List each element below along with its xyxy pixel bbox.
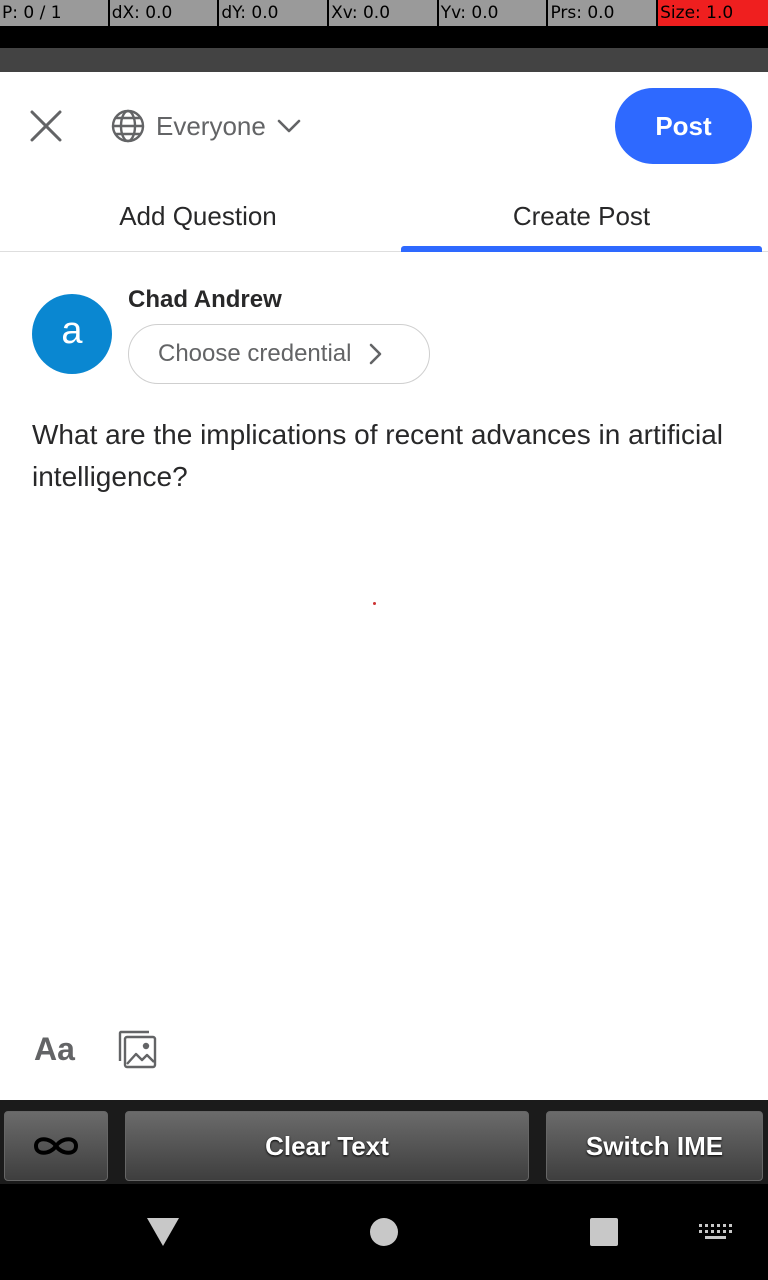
velocity-x: Xv: 0.0 (329, 0, 439, 26)
pressure: Prs: 0.0 (548, 0, 659, 26)
avatar[interactable]: a (32, 294, 112, 374)
switch-ime-button[interactable]: Switch IME (546, 1111, 763, 1181)
infinity-icon (33, 1137, 79, 1155)
image-icon (118, 1030, 157, 1069)
compose-tabs: Add Question Create Post (0, 180, 768, 252)
globe-icon (111, 109, 145, 143)
delta-y: dY: 0.0 (219, 0, 330, 26)
delta-x: dX: 0.0 (109, 0, 220, 26)
choose-credential-button[interactable]: Choose credential (128, 324, 430, 384)
pointer-count: P: 0 / 1 (0, 0, 110, 26)
back-triangle-icon (147, 1218, 179, 1246)
chevron-right-icon (370, 343, 382, 365)
credential-label: Choose credential (158, 340, 352, 367)
compose-header: Everyone Post (0, 72, 768, 180)
close-icon (30, 110, 62, 142)
velocity-y: Yv: 0.0 (438, 0, 549, 26)
audience-selector[interactable]: Everyone (110, 104, 302, 148)
recents-button[interactable] (574, 1184, 634, 1280)
app-top-strip (0, 48, 768, 72)
home-button[interactable] (354, 1184, 414, 1280)
status-bar (0, 26, 768, 48)
touch-size: Size: 1.0 (658, 0, 768, 26)
post-button[interactable]: Post (615, 88, 752, 164)
add-image-button[interactable] (114, 1026, 160, 1072)
home-circle-icon (370, 1218, 398, 1246)
tab-create-post[interactable]: Create Post (401, 180, 762, 252)
back-button[interactable] (133, 1184, 193, 1280)
post-body-input[interactable]: What are the implications of recent adva… (32, 414, 732, 498)
keyboard-icon (699, 1224, 732, 1239)
tab-add-question[interactable]: Add Question (0, 180, 396, 252)
author-name: Chad Andrew (128, 286, 282, 313)
audience-label: Everyone (156, 110, 266, 141)
infinity-button[interactable] (4, 1111, 108, 1181)
active-tab-indicator (401, 246, 762, 252)
keyboard-switcher-button[interactable] (690, 1184, 740, 1280)
touch-marker (373, 602, 376, 605)
navigation-bar (0, 1184, 768, 1280)
pointer-location-bar: P: 0 / 1 dX: 0.0 dY: 0.0 Xv: 0.0 Yv: 0.0… (0, 0, 768, 26)
keyboard-helper-bar: Clear Text Switch IME (0, 1100, 768, 1184)
chevron-down-icon (277, 119, 301, 133)
text-format-button[interactable]: Aa (34, 1026, 82, 1072)
clear-text-button[interactable]: Clear Text (125, 1111, 529, 1181)
close-button[interactable] (22, 102, 70, 150)
recents-square-icon (590, 1218, 618, 1246)
